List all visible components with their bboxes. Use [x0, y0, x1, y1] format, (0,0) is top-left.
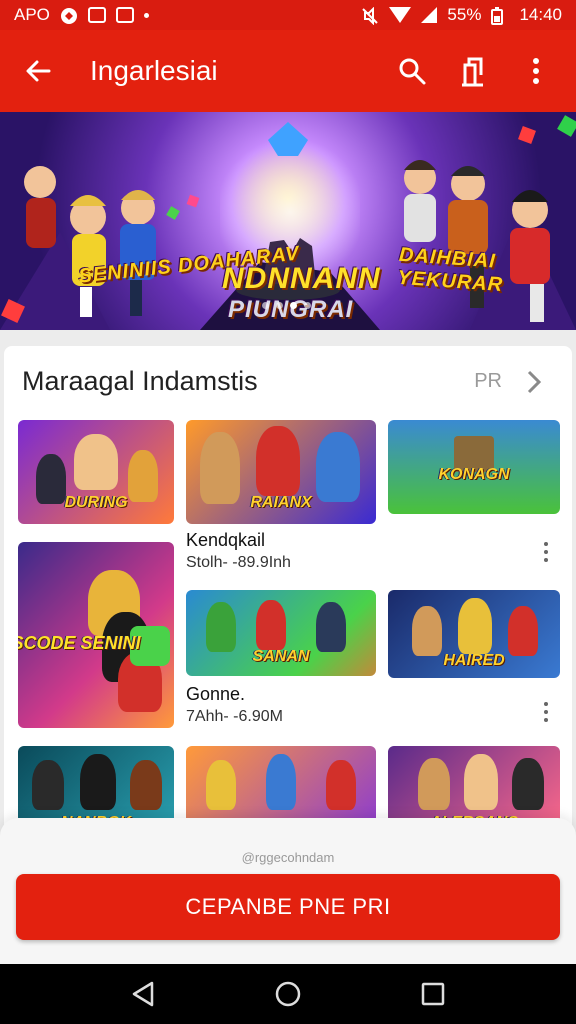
section-title: Maraagal Indamstis [22, 366, 258, 396]
game-tile[interactable]: SANAN [186, 590, 376, 676]
game-tile[interactable]: HAIRED [388, 590, 560, 678]
game-tile-label: KONAGN [438, 466, 510, 483]
mute-icon [361, 6, 379, 26]
pager-dot[interactable] [262, 302, 269, 309]
game-tile-label: HAIRED [443, 652, 505, 669]
n-app-icon [115, 7, 134, 23]
games-section-card: Maraagal Indamstis PR DURING RAIANX KONA… [4, 346, 572, 866]
game-tile[interactable]: KONAGN [388, 420, 560, 514]
battery-icon [491, 7, 509, 25]
game-tile[interactable]: RAIANX [186, 420, 376, 524]
bottom-sheet: @rggecohndam CEPANBE PNE PRI [0, 818, 576, 964]
share-button[interactable] [452, 49, 496, 93]
banner-pager [262, 302, 311, 309]
banner-center-subtitle: PIUNGRAI [228, 296, 354, 323]
back-button[interactable] [18, 51, 58, 91]
pager-dot[interactable] [276, 302, 283, 309]
square-recents-icon [422, 982, 445, 1006]
item-subtitle: 7Ahh- -6.90M [186, 708, 283, 725]
pager-dot[interactable] [304, 302, 311, 309]
app-notification-icon [60, 7, 78, 24]
status-dot [143, 12, 149, 18]
item-title[interactable]: Gonne. [186, 684, 245, 705]
game-tile-label: SANAN [252, 648, 310, 665]
back-arrow-icon [26, 60, 51, 82]
wifi-icon [389, 7, 412, 23]
item-more-button[interactable] [536, 694, 556, 730]
app-bar: Ingarlesiai [0, 30, 576, 112]
nav-recents-button[interactable] [411, 972, 455, 1016]
search-icon [399, 58, 426, 85]
game-tile-label: SCODE SENINI [18, 633, 141, 653]
signal-icon [421, 7, 438, 23]
item-more-button[interactable] [536, 534, 556, 570]
search-button[interactable] [390, 49, 434, 93]
banner-center-title: NDNNANN [222, 262, 381, 295]
page-title: Ingarlesiai [90, 55, 218, 86]
pager-dot-active[interactable] [290, 302, 297, 309]
item-title[interactable]: Kendqkail [186, 530, 265, 551]
share-icon [462, 57, 483, 87]
triangle-back-icon [132, 981, 153, 1007]
battery-text: 55% [447, 5, 482, 24]
status-left-text: APO [14, 5, 50, 24]
inbox-icon [87, 7, 106, 23]
section-link[interactable]: PR [474, 370, 502, 393]
item-subtitle: Stolh- -89.9Inh [186, 554, 291, 571]
more-vert-icon [533, 58, 539, 84]
game-tile-label: DURING [64, 494, 128, 511]
chevron-right-icon [527, 370, 542, 394]
game-tile[interactable]: DURING [18, 420, 174, 524]
more-button[interactable] [514, 49, 558, 93]
sheet-caption: @rggecohndam [241, 850, 335, 865]
section-next-button[interactable] [518, 366, 550, 398]
game-tile[interactable]: SCODE SENINI [18, 542, 174, 728]
nav-back-button[interactable] [121, 972, 165, 1016]
game-tile-label: RAIANX [250, 494, 312, 511]
status-time: 14:40 [519, 5, 562, 24]
circle-home-icon [275, 981, 301, 1007]
nav-home-button[interactable] [266, 972, 310, 1016]
status-bar: APO 55% 14:40 [0, 0, 576, 30]
hero-banner[interactable]: SENINIIS DOAHARAV NDNNANN PIUNGRAI DAIHB… [0, 112, 576, 330]
primary-cta-button[interactable]: CEPANBE PNE PRI [16, 874, 560, 940]
system-nav-bar [0, 964, 576, 1024]
